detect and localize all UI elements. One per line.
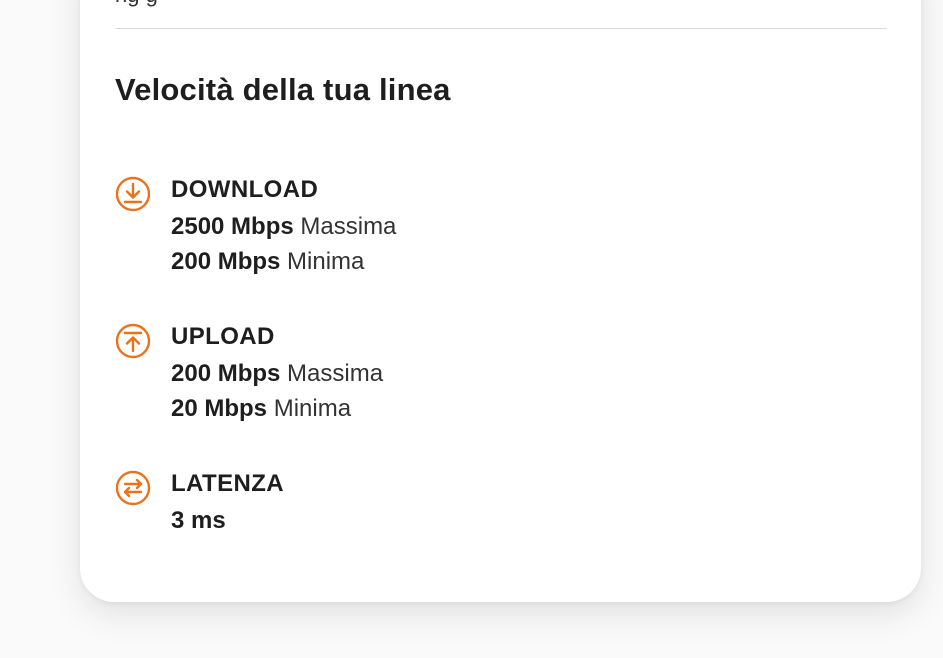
upload-max-value: 200 Mbps <box>171 360 281 387</box>
upload-label: UPLOAD <box>171 323 275 350</box>
upload-min-line: 20 Mbps Minima <box>171 395 351 423</box>
swap-arrows-icon <box>115 470 151 506</box>
latency-value: 3 ms <box>171 507 226 534</box>
download-max-label: Massima <box>300 213 397 240</box>
section-divider <box>115 28 887 29</box>
download-label: DOWNLOAD <box>171 176 319 203</box>
download-max-line: 2500 Mbps Massima <box>171 213 396 241</box>
latency-label: LATENZA <box>171 470 285 497</box>
upload-circle-icon <box>115 323 151 359</box>
download-min-label: Minima <box>287 248 365 275</box>
download-min-line: 200 Mbps Minima <box>171 248 364 276</box>
upload-max-label: Massima <box>287 360 384 387</box>
upload-min-value: 20 Mbps <box>171 395 268 422</box>
upload-max-line: 200 Mbps Massima <box>171 360 383 388</box>
download-min-value: 200 Mbps <box>171 248 281 275</box>
download-max-value: 2500 Mbps <box>171 213 294 240</box>
upload-min-label: Minima <box>273 395 352 422</box>
latency-value-line: 3 ms <box>171 507 226 535</box>
download-circle-icon <box>115 176 151 212</box>
section-title: Velocità della tua linea <box>115 72 451 107</box>
previous-section-text: ng g <box>115 0 158 8</box>
